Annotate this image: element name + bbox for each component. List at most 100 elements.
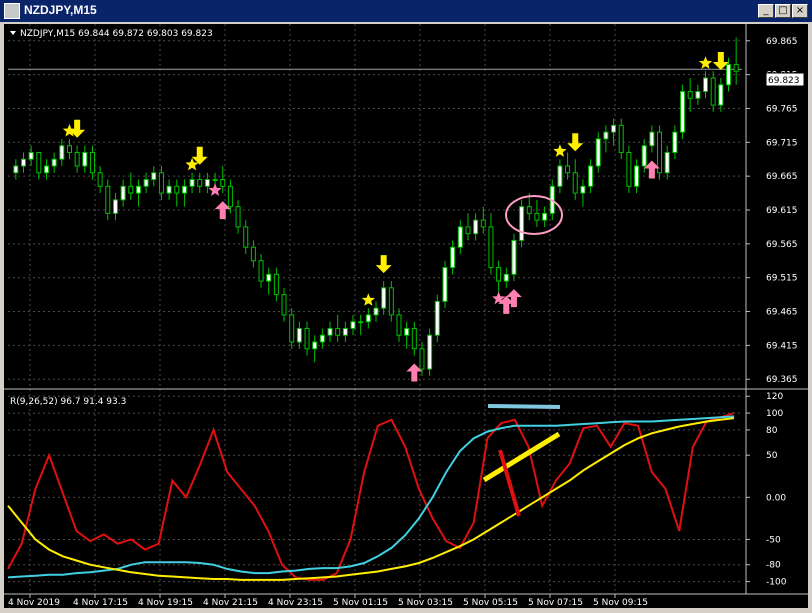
candle-body [450, 246, 456, 269]
candle-body [442, 267, 448, 302]
candle-body [82, 151, 88, 167]
close-button[interactable]: × [792, 4, 808, 18]
price-label: 69.615 [766, 206, 798, 216]
candle-body [350, 321, 356, 329]
price-label: 69.715 [766, 138, 798, 148]
candle-body [411, 327, 417, 350]
candle-body [718, 84, 724, 106]
candle-body [128, 185, 134, 194]
candle-body [258, 260, 264, 282]
candle-body [419, 348, 425, 370]
candle-body [327, 327, 333, 336]
candle-body [89, 151, 95, 174]
candle-body [97, 172, 103, 187]
candle-body [59, 145, 65, 160]
candle-body [312, 341, 318, 350]
price-label: 69.865 [766, 37, 798, 47]
time-label: 5 Nov 07:15 [528, 598, 583, 608]
time-label: 5 Nov 03:15 [398, 598, 453, 608]
minimize-button[interactable]: _ [758, 4, 774, 18]
candle-body [373, 307, 379, 316]
indicator-label: R(9,26,52) 96.7 91.4 93.3 [10, 397, 126, 407]
candle-body [480, 219, 486, 228]
time-label: 5 Nov 01:15 [333, 598, 388, 608]
candle-body [626, 151, 632, 187]
candle-body [143, 179, 149, 187]
indicator-axis-label: 50 [766, 451, 778, 461]
candle-body [603, 131, 609, 140]
candle-body [488, 226, 494, 269]
maximize-button[interactable]: □ [775, 4, 791, 18]
indicator-axis-label: 80 [766, 426, 778, 436]
candle-body [664, 151, 670, 174]
window-title-bar[interactable]: NZDJPY,M15 _ □ × [0, 0, 812, 22]
candle-body [611, 124, 617, 133]
candle-body [572, 172, 578, 194]
candle-body [465, 226, 471, 235]
candle-body [595, 138, 601, 167]
price-label: 69.515 [766, 274, 798, 284]
candle-body [197, 179, 203, 187]
candle-body [457, 226, 463, 248]
candle-body [174, 185, 180, 194]
time-label: 4 Nov 21:15 [203, 598, 258, 608]
candle-body [151, 172, 157, 181]
candle-body [358, 321, 364, 324]
indicator-axis-label: -100 [766, 578, 787, 588]
candle-body [565, 165, 571, 174]
candle-body [243, 226, 249, 248]
candle-body [342, 327, 348, 336]
current-price-label: 69.823 [768, 76, 800, 86]
candle-body [680, 91, 686, 133]
candle-body [51, 158, 57, 167]
candle-body [641, 145, 647, 167]
candle-body [212, 179, 218, 182]
candle-body [120, 185, 126, 201]
indicator-axis-label: 120 [766, 392, 783, 402]
candle-body [220, 179, 226, 187]
candle-body [266, 273, 272, 282]
candle-body [396, 314, 402, 336]
candle-body [542, 212, 548, 221]
indicator-axis-label: 0.00 [766, 493, 786, 503]
candle-body [158, 172, 164, 194]
annotation-cyan-bar [487, 404, 561, 409]
candle-body [273, 273, 279, 296]
price-label: 69.365 [766, 375, 798, 385]
candle-body [365, 314, 371, 323]
candle-body [135, 185, 141, 194]
price-label: 69.465 [766, 308, 798, 318]
candle-body [28, 151, 34, 160]
chart-canvas[interactable]: 69.86569.81569.76569.71569.66569.61569.5… [4, 24, 808, 608]
candle-body [105, 185, 111, 214]
candle-body [580, 185, 586, 194]
candle-body [503, 273, 509, 282]
candle-body [634, 165, 640, 187]
candle-body [296, 327, 302, 343]
candle-body [66, 145, 72, 153]
candle-body [557, 165, 563, 187]
candle-body [204, 179, 210, 187]
time-label: 5 Nov 09:15 [593, 598, 648, 608]
candle-body [427, 334, 433, 370]
candle-body [112, 199, 118, 214]
time-label: 4 Nov 17:15 [73, 598, 128, 608]
price-label: 69.665 [766, 172, 798, 182]
time-label: 4 Nov 23:15 [268, 598, 323, 608]
candle-body [588, 165, 594, 187]
price-label: 69.415 [766, 341, 798, 351]
candle-body [319, 334, 325, 343]
candle-body [166, 185, 172, 194]
chart-area[interactable]: 69.86569.81569.76569.71569.66569.61569.5… [4, 24, 808, 608]
indicator-axis-label: 100 [766, 409, 783, 419]
symbol-info: NZDJPY,M15 69.844 69.872 69.803 69.823 [20, 29, 213, 39]
candle-body [36, 151, 42, 174]
candle-body [388, 287, 394, 316]
candle-body [235, 206, 241, 228]
candle-body [181, 185, 187, 194]
candle-body [473, 219, 479, 235]
candle-body [687, 91, 693, 99]
candle-body [281, 294, 287, 316]
window-title: NZDJPY,M15 [24, 3, 97, 17]
candle-body [672, 131, 678, 153]
